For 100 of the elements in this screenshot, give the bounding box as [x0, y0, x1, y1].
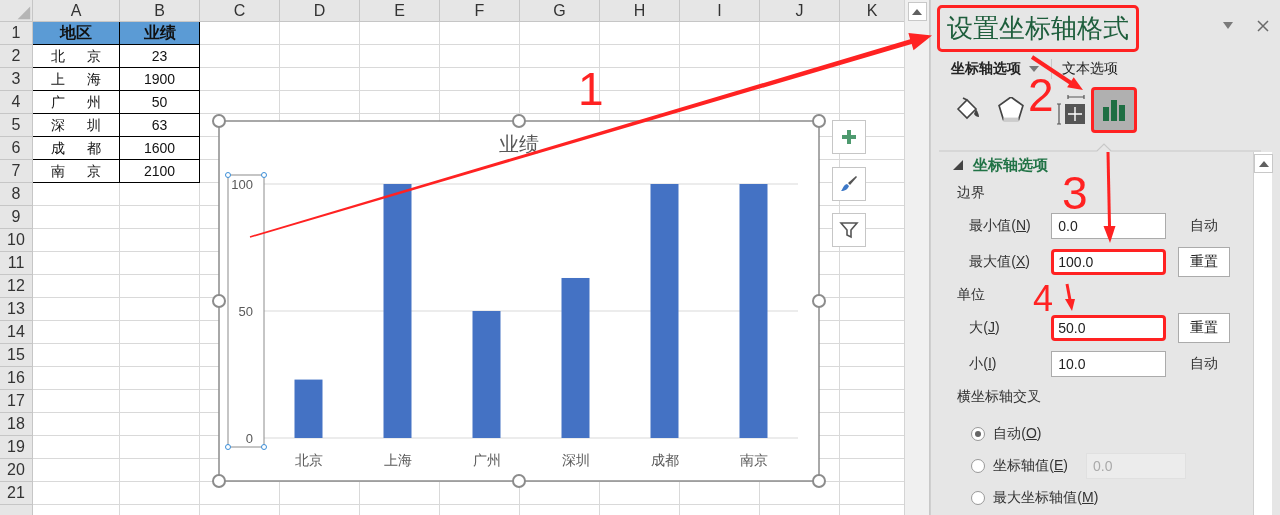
row-header[interactable]: 5	[0, 114, 33, 137]
row-header[interactable]: 7	[0, 160, 33, 183]
category-label: 上海	[383, 452, 412, 468]
resize-handle[interactable]	[812, 294, 826, 308]
row-header[interactable]: 9	[0, 206, 33, 229]
radio-button[interactable]	[971, 427, 986, 441]
table-cell: 63	[120, 114, 200, 137]
table-cell: 1600	[120, 137, 200, 160]
selection-box[interactable]	[225, 172, 267, 450]
row-header[interactable]: 19	[0, 436, 33, 459]
radio-label[interactable]: 自动(O)	[993, 425, 1042, 443]
column-header[interactable]: G	[520, 0, 600, 22]
row-header[interactable]: 2	[0, 45, 33, 68]
table-cell: 地区	[33, 22, 120, 45]
resize-handle[interactable]	[512, 474, 526, 488]
row-header[interactable]: 17	[0, 390, 33, 413]
row-header[interactable]: 8	[0, 183, 33, 206]
scrollbar[interactable]	[1253, 152, 1272, 515]
collapse-icon[interactable]	[953, 160, 964, 170]
category-label: 北京	[294, 452, 323, 468]
resize-handle[interactable]	[212, 474, 226, 488]
row-header[interactable]: 16	[0, 367, 33, 390]
step-number: 2	[1028, 77, 1054, 113]
radio-label[interactable]: 最大坐标轴值(M)	[993, 489, 1099, 507]
auto-label: 自动	[1189, 217, 1220, 235]
resize-handle[interactable]	[512, 114, 526, 128]
input-field[interactable]: 100.0	[1051, 249, 1167, 275]
row-header[interactable]: 4	[0, 91, 33, 114]
column-header[interactable]: D	[280, 0, 360, 22]
up-arrow-icon	[1258, 160, 1269, 167]
row-header[interactable]: 6	[0, 137, 33, 160]
row-header[interactable]: 21	[0, 482, 33, 505]
resize-handle[interactable]	[812, 474, 826, 488]
resize-handle[interactable]	[212, 294, 226, 308]
caret-icon[interactable]	[1029, 65, 1040, 73]
input-field[interactable]: 0.0	[1051, 213, 1167, 239]
table-cell: 业绩	[120, 22, 200, 45]
column-header[interactable]: A	[33, 0, 120, 22]
row-header[interactable]: 10	[0, 229, 33, 252]
pentagon-icon	[998, 97, 1025, 123]
filter-icon	[839, 220, 859, 240]
row-header[interactable]: 20	[0, 459, 33, 482]
filter-button[interactable]	[832, 213, 866, 247]
table-cell: 1900	[120, 68, 200, 91]
axis-label: 100	[231, 177, 253, 192]
scroll-up-button[interactable]	[907, 2, 927, 21]
table-cell: 广州	[33, 91, 120, 114]
row-header[interactable]: 1	[0, 22, 33, 45]
brush-icon	[839, 174, 859, 194]
field-label: 大(J)	[968, 319, 1001, 337]
dropdown-icon[interactable]	[1223, 22, 1234, 30]
scroll-up-button[interactable]	[1254, 154, 1273, 173]
section-title[interactable]: 坐标轴选项	[973, 155, 1049, 175]
step-number: 1	[578, 71, 604, 107]
chart-style-button[interactable]	[832, 167, 866, 201]
row-header[interactable]: 11	[0, 252, 33, 275]
table-cell: 南京	[33, 160, 120, 183]
step-number: 4	[1033, 285, 1054, 313]
table-cell: 2100	[120, 160, 200, 183]
column-header[interactable]: B	[120, 0, 200, 22]
auto-label: 自动	[1189, 355, 1220, 373]
add-element-button[interactable]	[832, 120, 866, 154]
field-label: 小(I)	[968, 355, 998, 373]
column-header[interactable]: F	[440, 0, 520, 22]
axis-label: 0	[245, 431, 253, 446]
column-header[interactable]: J	[760, 0, 840, 22]
table-cell: 成都	[33, 137, 120, 160]
reset-button[interactable]: 重置	[1178, 247, 1231, 277]
icon-tab[interactable]	[1091, 87, 1138, 133]
column-header[interactable]: I	[680, 0, 760, 22]
annotation-arrow	[1065, 283, 1075, 311]
column-header[interactable]: K	[840, 0, 905, 22]
scrollbar[interactable]	[904, 0, 931, 515]
field-label: 最小值(N)	[968, 217, 1032, 235]
category-label: 广州	[472, 452, 501, 468]
row-header[interactable]: 15	[0, 344, 33, 367]
column-header[interactable]: H	[600, 0, 680, 22]
input-field[interactable]: 50.0	[1051, 315, 1167, 341]
row-header[interactable]: 12	[0, 275, 33, 298]
group-heading: 横坐标轴交叉	[957, 388, 1042, 406]
panel-title: 设置坐标轴格式	[937, 4, 1140, 52]
resize-handle[interactable]	[812, 114, 826, 128]
group-heading: 单位	[957, 286, 986, 304]
category-label: 深圳	[561, 452, 590, 468]
input-field[interactable]: 10.0	[1051, 351, 1167, 377]
row-header[interactable]: 3	[0, 68, 33, 91]
reset-button[interactable]: 重置	[1178, 313, 1231, 343]
table-cell: 北京	[33, 45, 120, 68]
row-header[interactable]: 14	[0, 321, 33, 344]
row-header[interactable]: 18	[0, 413, 33, 436]
close-icon[interactable]	[1257, 20, 1270, 32]
resize-handle[interactable]	[212, 114, 226, 128]
column-header[interactable]: C	[200, 0, 280, 22]
chart-title: 业绩	[499, 133, 539, 155]
column-header[interactable]: E	[360, 0, 440, 22]
tab[interactable]: 文本选项	[1062, 60, 1119, 78]
radio-button[interactable]	[971, 491, 986, 505]
step-number: 3	[1062, 175, 1088, 211]
row-header[interactable]: 13	[0, 298, 33, 321]
tab[interactable]: 坐标轴选项	[951, 60, 1022, 78]
